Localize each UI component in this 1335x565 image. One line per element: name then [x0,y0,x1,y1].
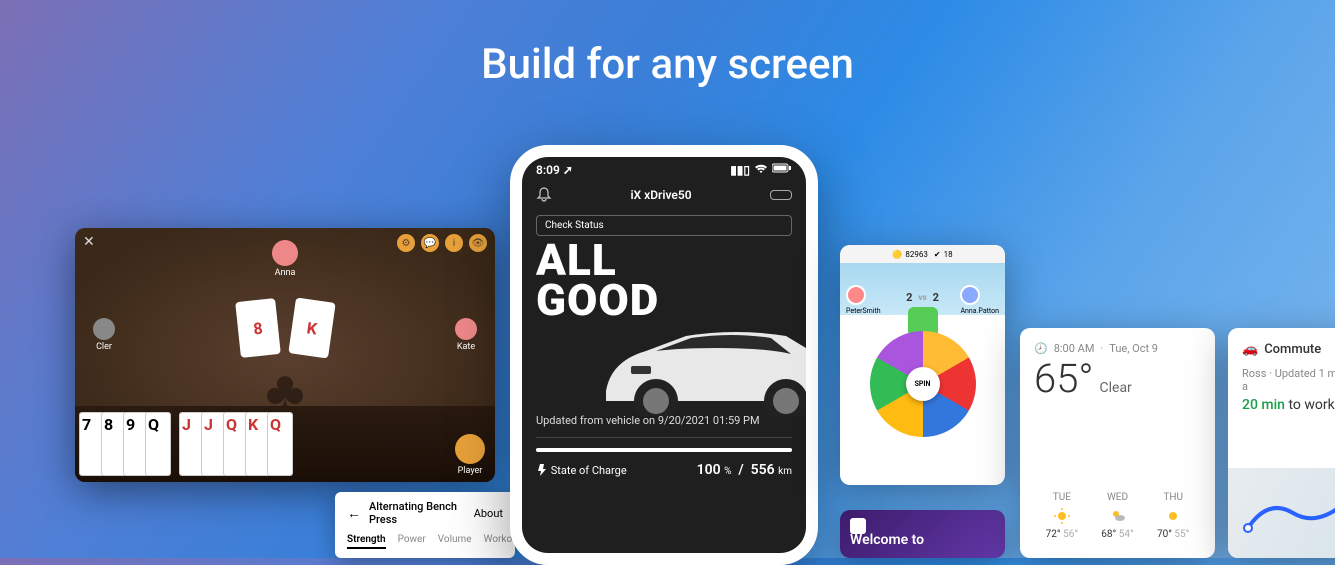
signal-icon: ▮▮▯ [730,163,750,177]
day-name: WED [1090,492,1146,503]
info-icon[interactable]: i [445,234,463,252]
avatar [455,318,477,340]
tab-volume[interactable]: Volume [438,534,472,549]
status-hero: ALL GOOD [522,236,806,410]
coins-badge: 🟡 82963 [892,250,927,259]
sun-icon [1053,507,1071,525]
close-icon[interactable]: ✕ [83,234,95,250]
gear-icon[interactable]: ⚙ [397,234,415,252]
partly-cloudy-icon [1109,507,1127,525]
avatar [960,285,980,305]
welcome-text: Welcome to [850,532,924,548]
trivia-score: 2 vs 2 [906,291,939,304]
vehicle-image [586,306,818,416]
commute-header: 🚗 Commute [1242,342,1335,357]
vehicle-title: iX xDrive50 [630,188,691,202]
player-hand: 7 8 9 Q J J Q K Q Player [75,406,495,482]
avatar [455,434,485,464]
forecast-row: TUE 72° 56° WED 68° 54° THU 70° 55° [1034,492,1201,540]
playing-card: K [288,297,335,358]
hi-lo: 72° 56° [1034,529,1090,540]
soc-value: 100 % / 556 km [697,462,792,478]
check-badge: ✔ 18 [934,250,953,259]
weather-datetime: 🕗 8:00 AM · Tue, Oct 9 [1034,342,1201,355]
forecast-day: THU 70° 55° [1145,492,1201,540]
player-name: Kate [455,342,477,352]
player-name: Player [455,466,485,476]
center-cards: 8 K [238,300,332,356]
back-icon[interactable]: ← [347,505,361,522]
check-status-button[interactable]: Check Status [536,215,792,236]
player-name: Anna [272,268,298,278]
player-left: Cler [93,318,115,352]
tablet-card-game: ✕ ⚙ 💬 i 👁 Anna Cler Kate 8 K ♣ 7 8 [75,228,495,482]
phone-status-bar: 8:09 ➚ ▮▮▯ [522,157,806,183]
trivia-player-right: Anna.Patton [960,285,999,315]
eye-icon[interactable]: 👁 [469,234,487,252]
hi-lo: 70° 55° [1145,529,1201,540]
sun-icon [1164,507,1182,525]
phone-car-app: 8:09 ➚ ▮▮▯ iX xDrive50 Check [510,145,818,565]
trivia-player-left: PeterSmith [846,285,881,315]
playing-card[interactable]: Q [267,412,293,476]
commute-sub: Ross · Updated 1 min a [1242,367,1335,393]
spin-wheel[interactable]: SPIN [870,331,976,437]
temperature: 65° [1034,355,1094,402]
weather-card: 🕗 8:00 AM · Tue, Oct 9 65° Clear TUE 72° … [1020,328,1215,558]
day-name: TUE [1034,492,1090,503]
status-icons: ▮▮▯ [730,163,792,177]
fitness-tabs: Strength Power Volume Workouts [347,534,503,549]
exercise-title: Alternating Bench Press [369,500,466,526]
car-icon[interactable] [770,190,792,200]
app-icon [850,518,866,534]
playing-card: 8 [235,298,281,358]
car-icon: 🚗 [1242,342,1258,357]
player-name: Cler [93,342,115,352]
status-time: 8:09 ➚ [536,163,573,177]
forecast-day: TUE 72° 56° [1034,492,1090,540]
player-right: Kate [455,318,477,352]
player-bottom: Player [455,434,485,476]
hi-lo: 68° 54° [1090,529,1146,540]
bell-icon[interactable] [536,187,552,203]
commute-time: 20 min to work [1242,397,1335,413]
player-name: PeterSmith [846,307,881,315]
wifi-icon [754,163,768,177]
day-name: THU [1145,492,1201,503]
player-name: Anna.Patton [960,307,999,315]
forecast-day: WED 68° 54° [1090,492,1146,540]
trivia-top-bar: 🟡 82963 ✔ 18 [840,245,1005,263]
spin-button[interactable]: SPIN [906,367,940,401]
weather-current: 65° Clear [1034,355,1201,402]
tab-power[interactable]: Power [398,534,426,549]
battery-icon [772,163,792,177]
about-link[interactable]: About [474,507,503,520]
playing-card[interactable]: Q [145,412,171,476]
route-line [1238,488,1335,538]
commute-card: 🚗 Commute Ross · Updated 1 min a 20 min … [1228,328,1335,558]
soc-label: State of Charge [536,464,627,477]
fitness-panel: ← Alternating Bench Press About Strength… [335,492,515,558]
player-top: Anna [272,240,298,278]
welcome-card: Welcome to [840,510,1005,558]
tab-strength[interactable]: Strength [347,534,386,549]
avatar [846,285,866,305]
avatar [272,240,298,266]
clock-icon: 🕗 [1034,342,1048,355]
device-collage: ✕ ⚙ 💬 i 👁 Anna Cler Kate 8 K ♣ 7 8 [0,0,1335,558]
trivia-game-panel: 🟡 82963 ✔ 18 PeterSmith Anna.Patton 2 vs… [840,245,1005,485]
chat-icon[interactable]: 💬 [421,234,439,252]
condition: Clear [1100,380,1132,396]
soc-bar [536,437,792,462]
commute-map [1228,468,1335,558]
avatar [93,318,115,340]
